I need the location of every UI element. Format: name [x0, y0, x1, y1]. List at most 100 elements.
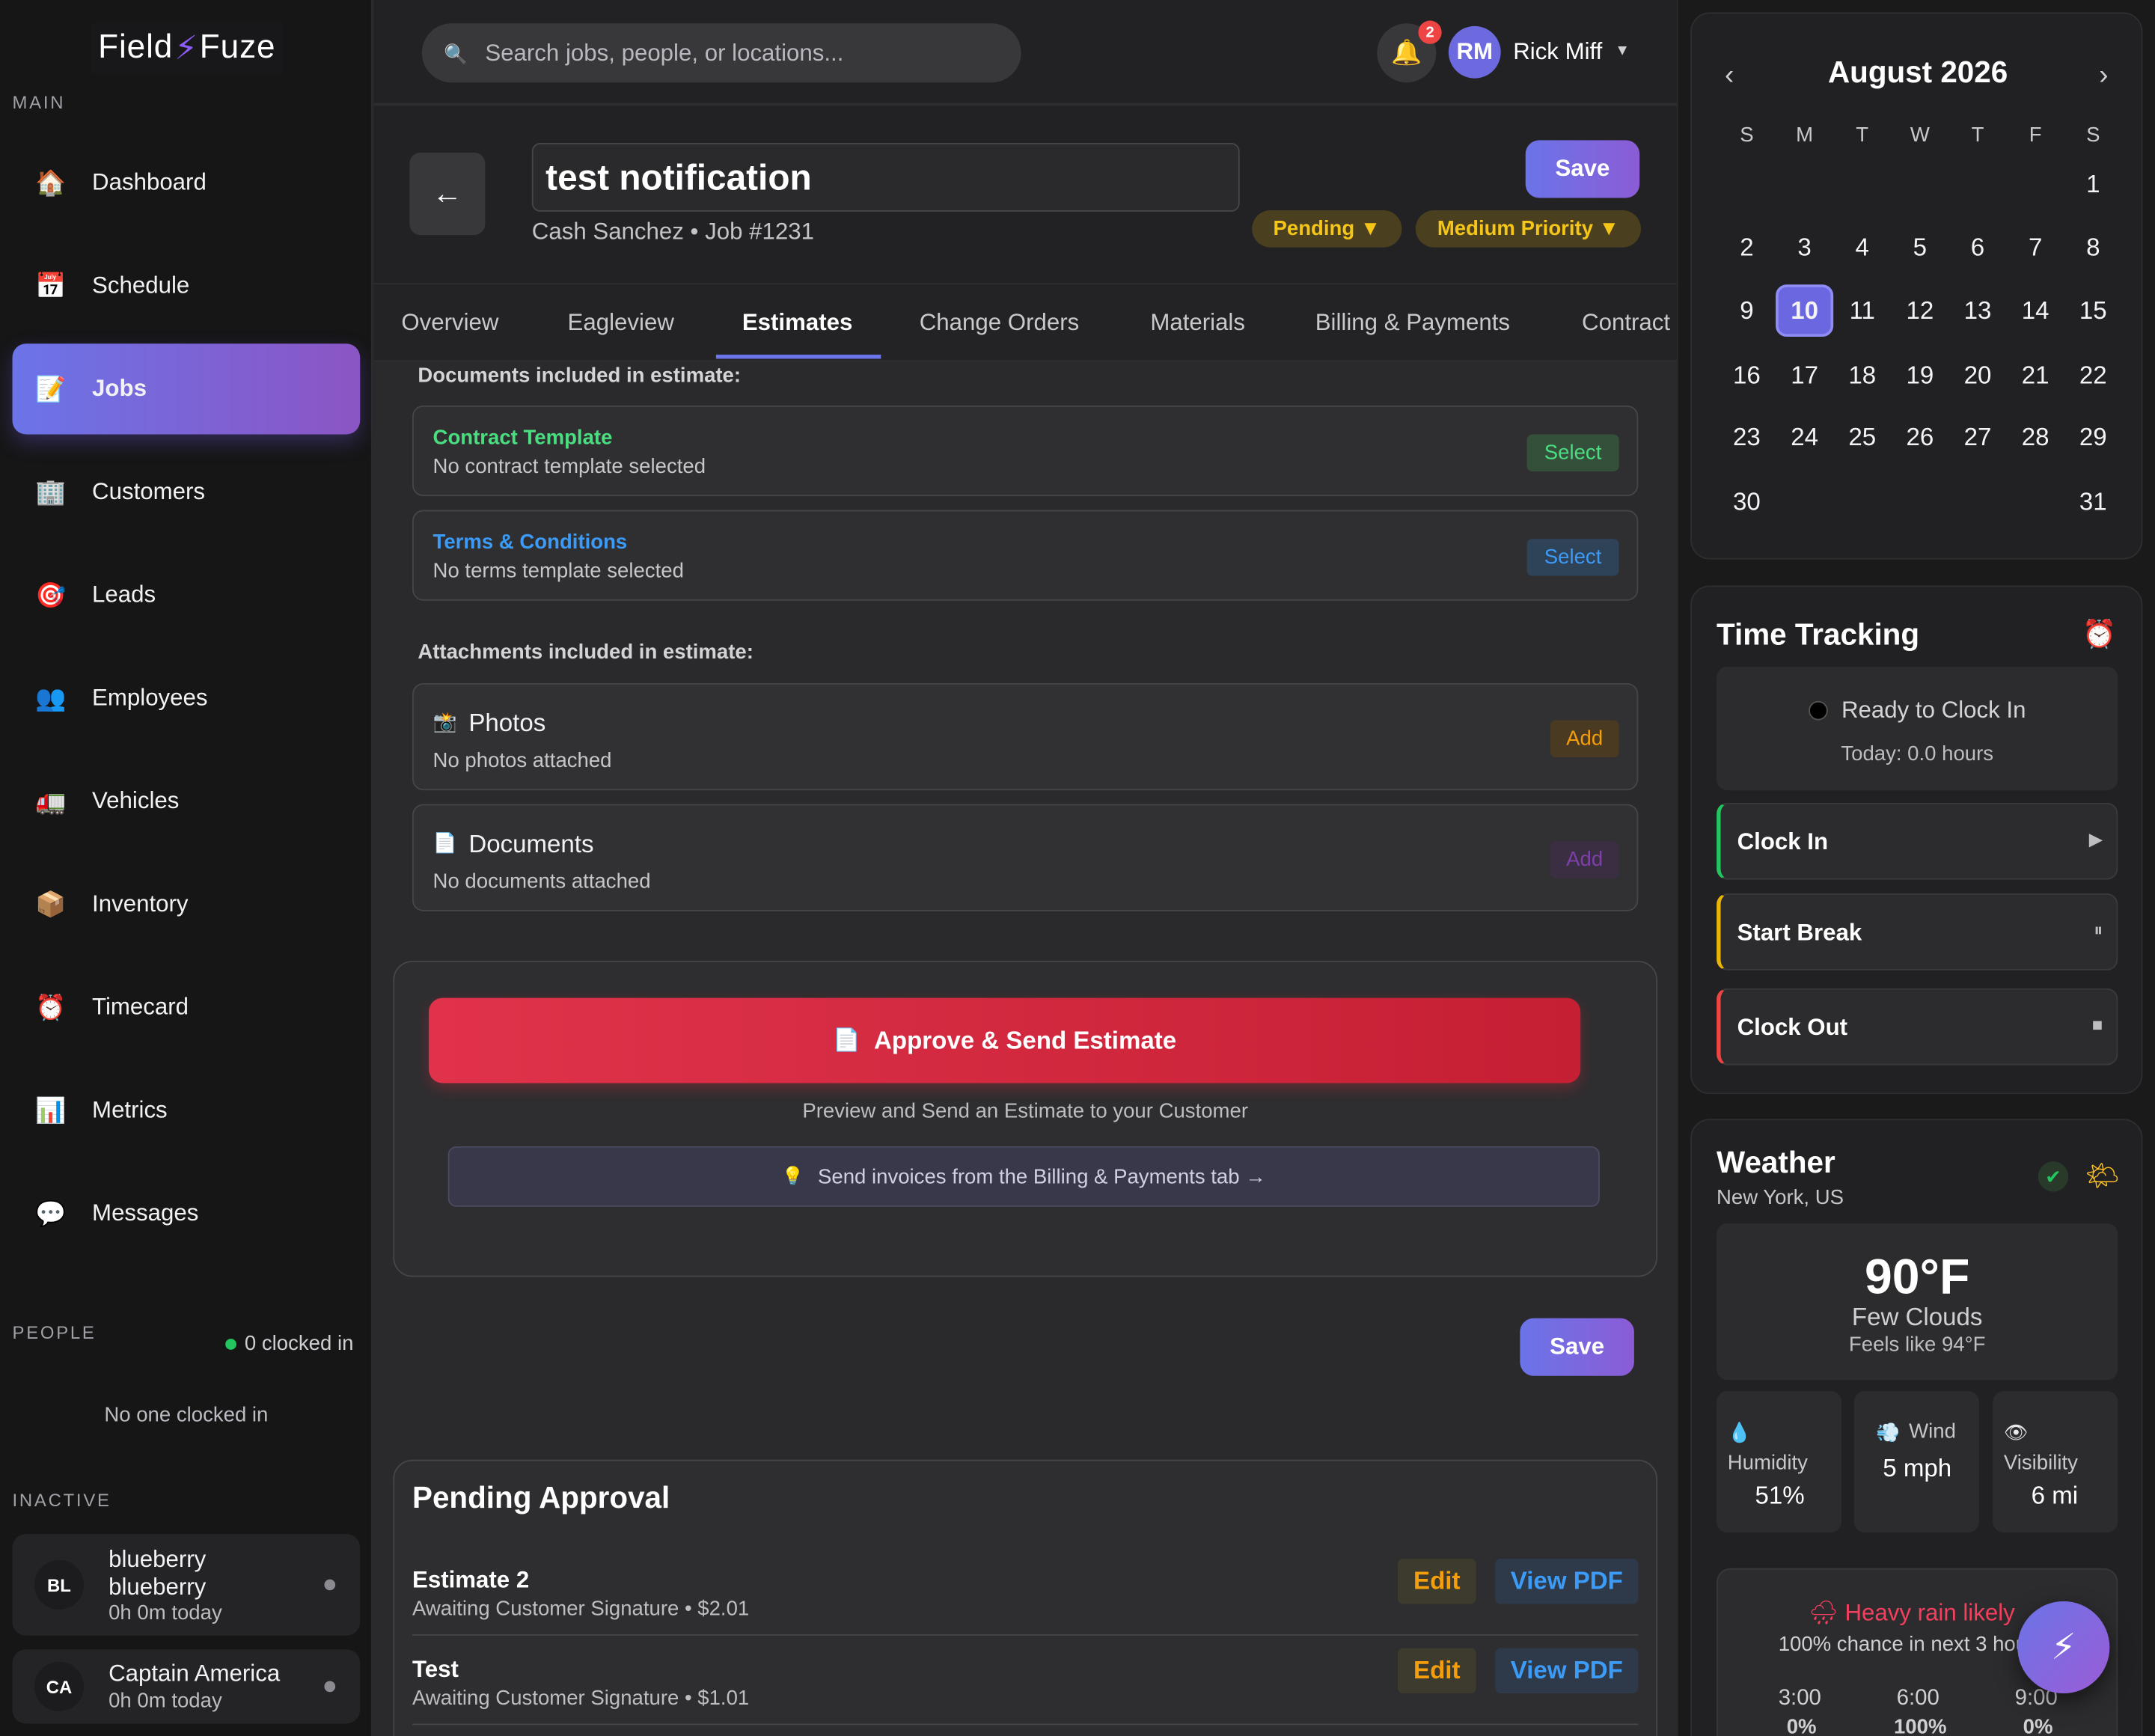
- calendar-day[interactable]: 23: [1718, 411, 1776, 463]
- sun-cloud-icon: 🌤: [2085, 1161, 2120, 1192]
- tab-contract[interactable]: Contract: [1582, 309, 1670, 337]
- calendar-day[interactable]: 11: [1833, 284, 1891, 337]
- calendar-day[interactable]: 5: [1891, 221, 1948, 274]
- sidebar-item-employees[interactable]: 👥 Employees: [13, 653, 361, 744]
- edit-estimate-button[interactable]: Edit: [1397, 1559, 1476, 1604]
- calendar-day[interactable]: 16: [1718, 349, 1776, 402]
- calendar-day[interactable]: 24: [1776, 411, 1833, 463]
- tab-materials[interactable]: Materials: [1150, 309, 1245, 337]
- user-menu[interactable]: Rick Miff: [1513, 38, 1602, 66]
- calendar-day-today[interactable]: 10: [1776, 284, 1834, 337]
- notifications-button[interactable]: 🔔 2: [1377, 20, 1442, 83]
- calendar-day[interactable]: 9: [1718, 284, 1776, 337]
- sidebar-item-schedule[interactable]: 📅 Schedule: [13, 240, 361, 331]
- sidebar-item-inventory[interactable]: 📦 Inventory: [13, 859, 361, 950]
- save-button-bottom[interactable]: Save: [1520, 1318, 1634, 1376]
- calendar-day[interactable]: 2: [1718, 221, 1776, 274]
- calendar-day[interactable]: 28: [2007, 411, 2064, 463]
- calendar-day[interactable]: 20: [1948, 349, 2006, 402]
- add-documents-button[interactable]: Add: [1550, 841, 1619, 878]
- clock-in-label: Clock In: [1737, 828, 1829, 855]
- office-building-icon: 🏢: [35, 477, 67, 506]
- add-photos-button[interactable]: Add: [1550, 720, 1619, 758]
- select-terms-button[interactable]: Select: [1526, 539, 1619, 576]
- clock-in-button[interactable]: Clock In ▶: [1717, 802, 2118, 880]
- clock-out-button[interactable]: Clock Out ■: [1717, 988, 2118, 1066]
- tab-eagleview[interactable]: Eagleview: [568, 309, 674, 337]
- back-button[interactable]: ←: [409, 152, 486, 236]
- calendar-day[interactable]: 12: [1891, 284, 1948, 337]
- view-pdf-button[interactable]: View PDF: [1495, 1648, 1639, 1694]
- user-avatar[interactable]: RM: [1448, 25, 1501, 79]
- bell-icon: 🔔: [1391, 38, 1422, 67]
- droplet-icon: 💧: [1727, 1421, 1752, 1443]
- tab-billing-payments[interactable]: Billing & Payments: [1315, 309, 1510, 337]
- sidebar-item-leads[interactable]: 🎯 Leads: [13, 550, 361, 641]
- calendar-day[interactable]: 21: [2007, 349, 2064, 402]
- calendar-day[interactable]: 27: [1948, 411, 2006, 463]
- contract-template-card: Contract Template No contract template s…: [412, 405, 1639, 497]
- priority-dropdown[interactable]: Medium Priority ▼: [1415, 210, 1642, 248]
- calendar-day[interactable]: 19: [1891, 349, 1948, 402]
- section-label-inactive: INACTIVE: [12, 1490, 111, 1511]
- sidebar-item-customers[interactable]: 🏢 Customers: [13, 447, 361, 537]
- start-break-button[interactable]: Start Break ⏸: [1717, 893, 2118, 971]
- calendar-day[interactable]: 26: [1891, 411, 1948, 463]
- calendar-day[interactable]: 17: [1776, 349, 1833, 402]
- inactive-employee-card[interactable]: CA Captain America 0h 0m today: [12, 1649, 361, 1724]
- forecast-hour: 3:00: [1778, 1686, 1821, 1711]
- calendar-day[interactable]: 25: [1833, 411, 1891, 463]
- job-title-input[interactable]: test notification: [531, 143, 1240, 212]
- save-button[interactable]: Save: [1525, 140, 1640, 198]
- sidebar-item-label: Employees: [92, 684, 208, 711]
- alarm-clock-icon: ⏰: [35, 993, 67, 1021]
- calendar-day[interactable]: 6: [1948, 221, 2006, 274]
- calendar-day[interactable]: 15: [2064, 284, 2122, 337]
- document-icon: 📄: [833, 1029, 861, 1054]
- tab-overview[interactable]: Overview: [401, 309, 498, 337]
- select-contract-button[interactable]: Select: [1526, 434, 1619, 472]
- app-logo[interactable]: Field ⚡ Fuze: [91, 22, 284, 75]
- calendar-day[interactable]: 22: [2064, 349, 2122, 402]
- sidebar-item-dashboard[interactable]: 🏠 Dashboard: [13, 138, 361, 228]
- calendar-day[interactable]: 8: [2064, 221, 2122, 274]
- calendar-day[interactable]: 7: [2007, 221, 2064, 274]
- sidebar-item-messages[interactable]: 💬 Messages: [13, 1168, 361, 1259]
- weekday-label: W: [1910, 123, 1930, 147]
- current-weather: 90°F Few Clouds Feels like 94°F: [1717, 1223, 2118, 1381]
- notification-badge: 2: [1418, 20, 1442, 44]
- calendar-day[interactable]: 18: [1833, 349, 1891, 402]
- billing-info-link[interactable]: 💡 Send invoices from the Billing & Paymen…: [447, 1146, 1600, 1207]
- search-input[interactable]: 🔍 Search jobs, people, or locations...: [421, 23, 1021, 83]
- sidebar-item-jobs[interactable]: 📝 Jobs: [12, 343, 361, 435]
- calendar-day[interactable]: 13: [1948, 284, 2006, 337]
- calendar-day[interactable]: 4: [1833, 221, 1891, 274]
- calendar-day[interactable]: 31: [2064, 476, 2122, 528]
- chevron-right-icon[interactable]: ›: [2099, 61, 2108, 92]
- chevron-down-icon[interactable]: ▼: [1615, 43, 1630, 59]
- sidebar-item-vehicles[interactable]: 🚛 Vehicles: [13, 756, 361, 846]
- sidebar-item-label: Inventory: [92, 890, 189, 917]
- bolt-icon: ⚡: [174, 29, 198, 67]
- inactive-employee-card[interactable]: BL blueberry blueberry 0h 0m today: [12, 1533, 361, 1636]
- speech-bubble-icon: 💬: [35, 1199, 67, 1227]
- view-pdf-button[interactable]: View PDF: [1495, 1559, 1639, 1604]
- sidebar-item-timecard[interactable]: ⏰ Timecard: [13, 962, 361, 1053]
- edit-estimate-button[interactable]: Edit: [1397, 1648, 1476, 1694]
- forecast-percent: 0%: [1786, 1715, 1817, 1736]
- calendar-day[interactable]: 1: [2064, 158, 2122, 210]
- sidebar-item-metrics[interactable]: 📊 Metrics: [13, 1066, 361, 1156]
- calendar-day[interactable]: 30: [1718, 476, 1776, 528]
- tab-change-orders[interactable]: Change Orders: [920, 309, 1079, 337]
- tab-estimates[interactable]: Estimates: [742, 309, 853, 337]
- sidebar-item-label: Schedule: [92, 272, 190, 299]
- approve-send-estimate-button[interactable]: 📄 Approve & Send Estimate: [429, 997, 1581, 1084]
- calendar-day[interactable]: 29: [2064, 411, 2122, 463]
- calendar-day[interactable]: 3: [1776, 221, 1833, 274]
- documents-heading: Documents included in estimate:: [418, 364, 742, 388]
- approve-button-label: Approve & Send Estimate: [873, 1026, 1177, 1054]
- sidebar: Field ⚡ Fuze MAIN 🏠 Dashboard 📅 Schedule 📝 Jo…: [0, 0, 373, 1736]
- quick-action-button[interactable]: ⚡: [2017, 1601, 2110, 1694]
- calendar-day[interactable]: 14: [2007, 284, 2064, 337]
- status-dropdown[interactable]: Pending ▼: [1252, 210, 1402, 248]
